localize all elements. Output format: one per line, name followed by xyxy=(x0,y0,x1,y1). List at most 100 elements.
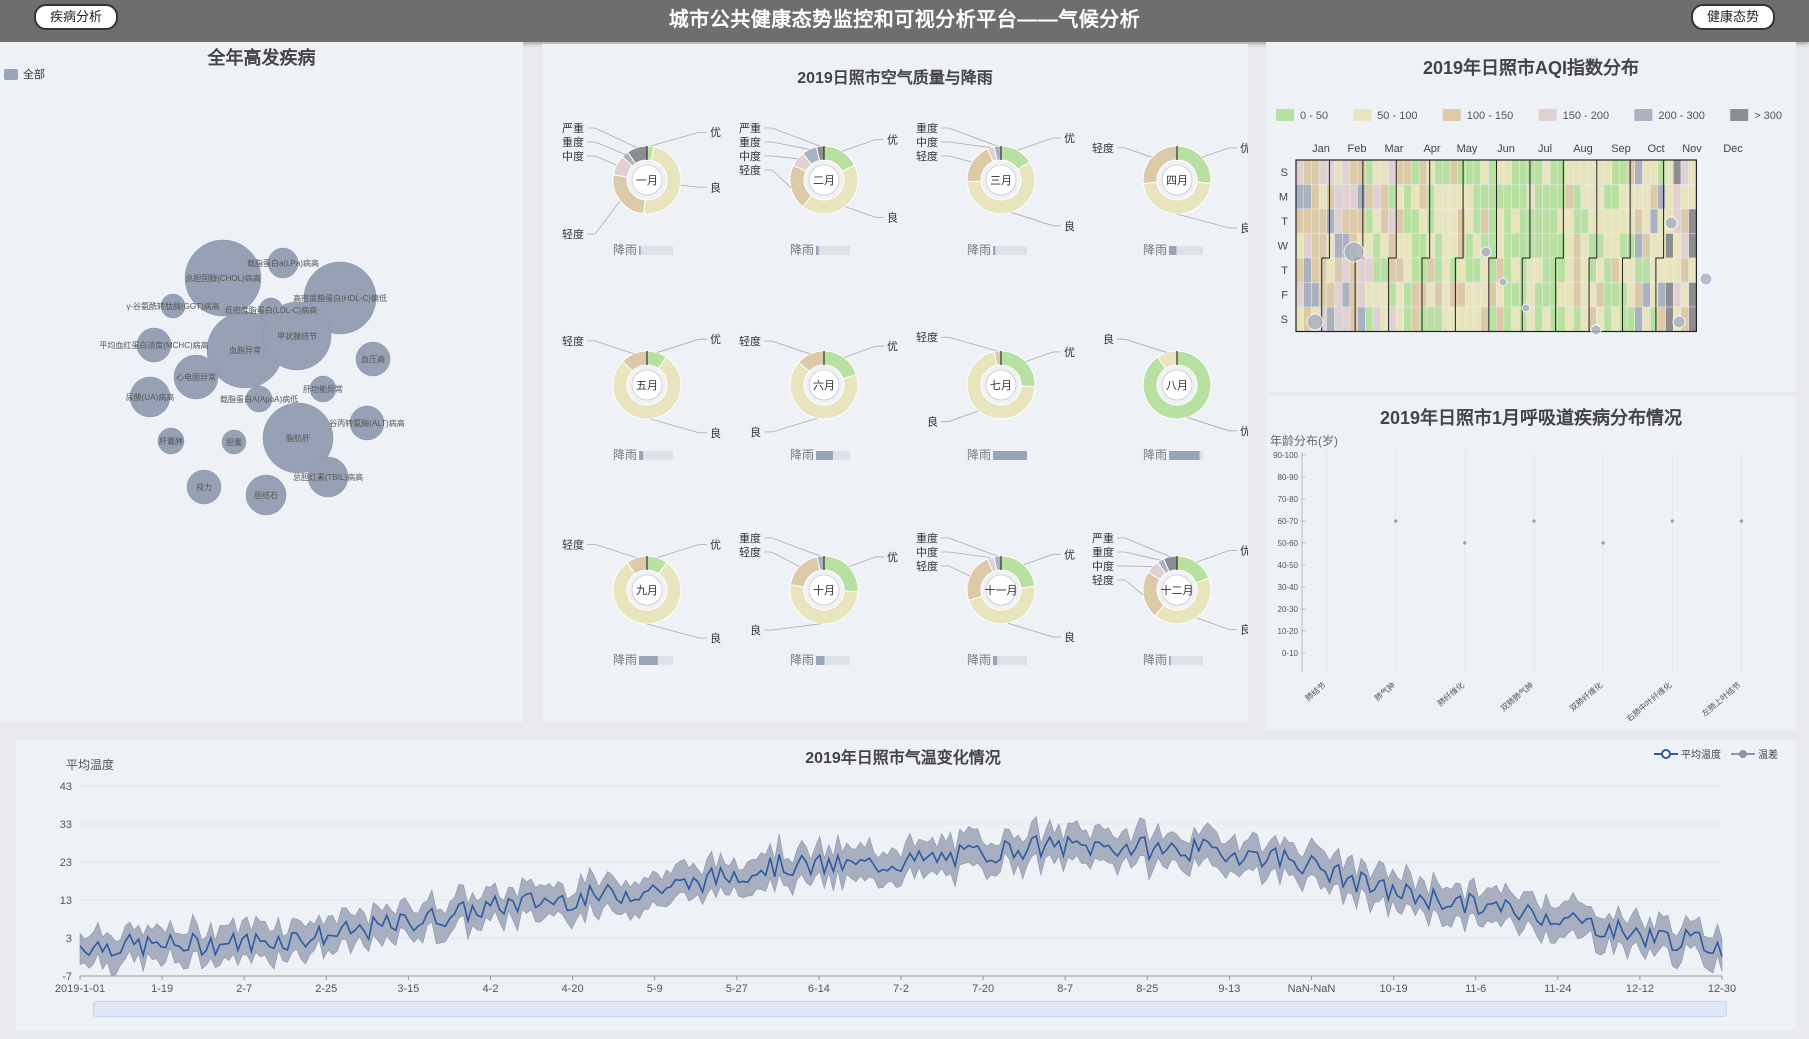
disease-bubble-label: 总胆红素(TBIL)病高 xyxy=(293,472,363,482)
aqi-day-cell xyxy=(1642,184,1651,210)
aqi-day-cell xyxy=(1580,159,1589,185)
donut-leader-line xyxy=(764,537,821,557)
temp-x-tick: 12-12 xyxy=(1626,983,1654,995)
donut-leader-line xyxy=(646,623,707,639)
aqi-calendar-heatmap: 0 - 50 50 - 100 100 - 150 150 - 200 200 - 30… xyxy=(1276,109,1782,336)
donut-level-label: 良 xyxy=(927,414,938,428)
aqi-day-cell xyxy=(1434,306,1443,332)
aqi-day-cell xyxy=(1557,208,1566,234)
aqi-day-cell xyxy=(1434,233,1443,259)
aqi-day-cell xyxy=(1557,257,1566,283)
aqi-day-cell xyxy=(1488,159,1497,185)
rain-label: 降雨 xyxy=(1143,653,1167,667)
donut-month-label: 七月 xyxy=(990,379,1012,392)
aqi-weekday-label: M xyxy=(1279,192,1288,204)
aqi-day-cell xyxy=(1549,184,1559,210)
aqi-day-cell xyxy=(1411,208,1420,234)
aqi-day-cell xyxy=(1619,184,1628,210)
aqi-day-cell xyxy=(1680,159,1689,185)
disease-bubble-label: 心电图异常 xyxy=(176,372,216,382)
donut-leader-line xyxy=(941,336,998,352)
aqi-day-cell xyxy=(1650,306,1659,332)
donut-leader-line xyxy=(764,551,800,567)
aqi-day-cell xyxy=(1365,208,1374,234)
donut-leader-line xyxy=(1117,551,1161,561)
donut-level-label: 中度 xyxy=(562,149,584,163)
rain-bar-track xyxy=(639,451,673,460)
donut-level-label: 严重 xyxy=(562,121,584,135)
aqi-day-cell xyxy=(1603,306,1612,332)
aqi-day-cell xyxy=(1565,282,1574,308)
temp-x-tick: 11-6 xyxy=(1465,983,1486,995)
aqi-day-cell xyxy=(1334,233,1343,259)
aqi-day-cell xyxy=(1519,184,1528,210)
disease-bubble-label: 甲状腺结节 xyxy=(277,331,317,341)
aqi-day-cell xyxy=(1357,257,1366,283)
aqi-day-cell xyxy=(1534,159,1543,185)
aqi-day-cell xyxy=(1650,282,1659,308)
donut-level-label: 轻度 xyxy=(739,334,761,348)
aqi-day-cell xyxy=(1542,282,1551,308)
aqi-day-cell xyxy=(1642,233,1651,259)
temperature-datazoom-slider[interactable] xyxy=(93,1001,1727,1017)
resp-x-tick: 右肺中叶纤维化 xyxy=(1624,680,1673,724)
aqi-legend-label: 200 - 300 xyxy=(1658,110,1704,122)
aqi-day-cell xyxy=(1557,282,1566,308)
aqi-day-cell xyxy=(1495,184,1505,210)
aqi-day-cell xyxy=(1472,233,1482,259)
health-trend-button[interactable]: 健康态势 xyxy=(1690,4,1775,30)
aqi-day-cell xyxy=(1480,184,1489,210)
donut-level-label: 良 xyxy=(710,631,721,645)
aqi-day-cell xyxy=(1334,257,1343,283)
donut-month-label: 八月 xyxy=(1166,380,1188,392)
rain-label: 降雨 xyxy=(790,243,814,257)
donut-level-label: 优 xyxy=(1240,545,1248,558)
donut-leader-line xyxy=(764,169,792,188)
aqi-day-cell xyxy=(1573,282,1582,308)
aqi-day-cell xyxy=(1418,208,1428,234)
aqi-day-cell xyxy=(1511,184,1520,210)
aqi-day-cell xyxy=(1495,159,1505,185)
donut-level-label: 轻度 xyxy=(562,537,584,551)
aqi-day-cell xyxy=(1642,208,1651,234)
respiratory-scatter-chart: 0-10 10-20 20-30 30-40 40-50 50-60 60-70 70-80 8… xyxy=(1273,451,1744,724)
temp-x-tick: 10-19 xyxy=(1380,983,1408,995)
aqi-day-cell xyxy=(1380,208,1389,234)
aqi-day-cell xyxy=(1573,208,1582,234)
aqi-day-cell xyxy=(1480,282,1489,308)
donut-leader-line xyxy=(587,127,637,148)
aqi-day-cell xyxy=(1465,184,1474,210)
aqi-day-cell xyxy=(1395,233,1405,259)
monthly-aqi-donuts: 一月优良严重重度中度轻度降雨二月优良严重重度中度轻度降雨三月优良重度中度轻度降雨… xyxy=(562,121,1248,667)
aqi-day-cell xyxy=(1457,233,1466,259)
resp-y-tick: 0-10 xyxy=(1282,649,1299,658)
aqi-day-cell xyxy=(1380,233,1389,259)
aqi-day-cell xyxy=(1326,282,1335,308)
aqi-day-cell xyxy=(1349,282,1358,308)
aqi-day-cell xyxy=(1549,306,1559,332)
temp-x-tick: 7-20 xyxy=(972,983,994,995)
aqi-day-cell xyxy=(1565,306,1574,332)
aqi-day-cell xyxy=(1303,208,1312,234)
aqi-day-cell xyxy=(1311,208,1320,234)
aqi-day-cell xyxy=(1395,184,1405,210)
aqi-day-cell xyxy=(1503,306,1512,332)
donut-level-label: 重度 xyxy=(739,531,761,545)
aqi-day-cell xyxy=(1372,233,1381,259)
aqi-day-cell xyxy=(1580,184,1589,210)
temp-x-tick: 4-2 xyxy=(483,983,499,995)
donut-month-label: 三月 xyxy=(990,175,1012,187)
aqi-day-cell xyxy=(1434,184,1443,210)
donut-month-label: 十月 xyxy=(813,583,835,597)
aqi-day-cell xyxy=(1426,306,1435,332)
aqi-day-cell xyxy=(1403,257,1412,283)
aqi-day-cell xyxy=(1357,159,1366,185)
temp-x-tick: 2-25 xyxy=(315,983,337,995)
aqi-day-cell xyxy=(1526,257,1535,283)
aqi-day-cell xyxy=(1650,257,1659,283)
resp-data-point xyxy=(1739,519,1744,523)
disease-bubble-label: 尿酸(UA)病高 xyxy=(126,392,174,402)
aqi-day-cell xyxy=(1372,257,1381,283)
rain-bar-fill xyxy=(1169,246,1177,255)
aqi-day-cell xyxy=(1426,257,1435,283)
